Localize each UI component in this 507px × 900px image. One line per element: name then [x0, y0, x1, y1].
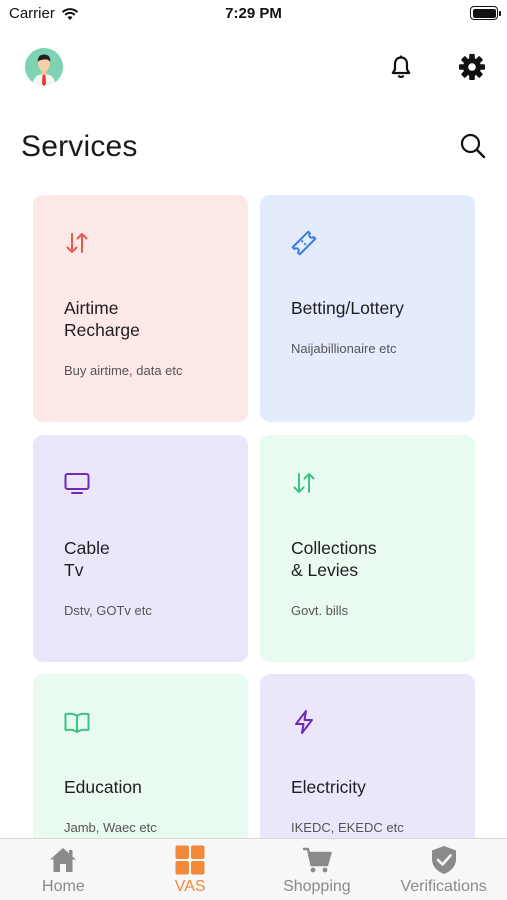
tab-label: VAS: [174, 878, 206, 895]
avatar-icon: [25, 48, 63, 86]
service-subtitle: IKEDC, EKEDC etc: [291, 820, 404, 835]
status-bar: Carrier 7:29 PM: [0, 0, 507, 28]
cart-icon: [302, 847, 332, 873]
tab-label: Shopping: [283, 878, 351, 895]
ticket-icon: [291, 230, 317, 256]
service-card-collections[interactable]: Collections & Levies Govt. bills: [260, 435, 475, 662]
tab-label: Verifications: [400, 878, 487, 895]
service-subtitle: Govt. bills: [291, 603, 349, 618]
page-title: Services: [21, 130, 138, 163]
service-card-airtime[interactable]: Airtime Recharge Buy airtime, data etc: [33, 195, 248, 422]
service-title: Collections & Levies: [291, 538, 377, 580]
battery-icon: [470, 6, 501, 20]
bell-icon[interactable]: [388, 54, 414, 80]
service-subtitle: Buy airtime, data etc: [64, 363, 183, 378]
service-title: Electricity: [291, 777, 366, 797]
avatar[interactable]: [25, 48, 63, 86]
service-subtitle: Jamb, Waec etc: [64, 820, 157, 835]
service-title: Betting/Lottery: [291, 298, 404, 318]
tab-shopping[interactable]: Shopping: [254, 839, 381, 900]
book-icon: [64, 712, 90, 733]
home-icon: [50, 848, 77, 872]
lightning-icon: [295, 710, 313, 734]
tab-home[interactable]: Home: [0, 839, 127, 900]
service-title: Cable Tv: [64, 538, 110, 580]
tab-vas[interactable]: VAS: [127, 839, 254, 900]
shield-check-icon: [431, 846, 456, 874]
status-time: 7:29 PM: [225, 5, 282, 22]
tab-label: Home: [42, 878, 85, 895]
service-title: Education: [64, 777, 142, 797]
service-card-betting[interactable]: Betting/Lottery Naijabillionaire etc: [260, 195, 475, 422]
transfer-arrows-icon: [293, 473, 315, 493]
tab-verifications[interactable]: Verifications: [380, 839, 507, 900]
tv-icon: [64, 473, 90, 494]
service-card-cable-tv[interactable]: Cable Tv Dstv, GOTv etc: [33, 435, 248, 662]
service-subtitle: Dstv, GOTv etc: [64, 603, 152, 618]
transfer-arrows-icon: [66, 233, 88, 253]
grid-icon: [175, 845, 205, 875]
tab-bar: Home VAS Shopping Verifications: [0, 838, 507, 900]
service-subtitle: Naijabillionaire etc: [291, 341, 397, 356]
search-icon[interactable]: [458, 131, 488, 161]
service-title: Airtime Recharge: [64, 298, 140, 340]
gear-icon[interactable]: [458, 53, 486, 81]
